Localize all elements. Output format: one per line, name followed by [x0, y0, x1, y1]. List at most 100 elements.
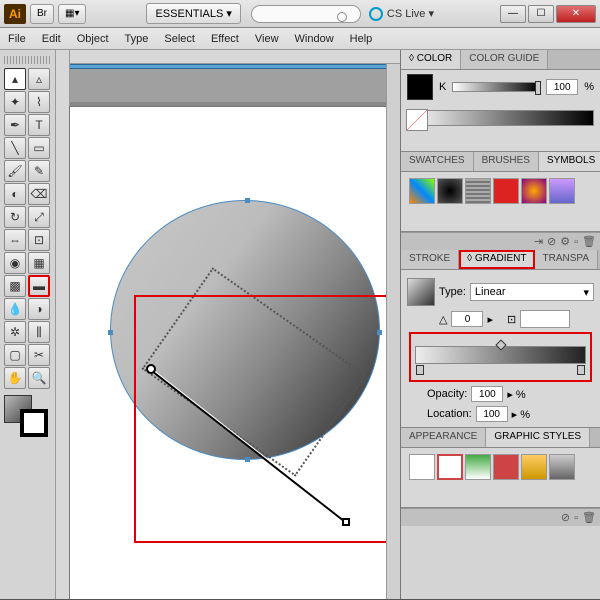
fill-stroke-control[interactable]: [4, 395, 51, 435]
color-spectrum[interactable]: [407, 110, 594, 126]
style-break-icon[interactable]: ⊘: [561, 511, 570, 524]
magic-wand-tool[interactable]: ✦: [4, 91, 26, 113]
style-5[interactable]: [521, 454, 547, 480]
mesh-tool[interactable]: ▩: [4, 275, 26, 297]
bridge-button[interactable]: Br: [30, 4, 54, 24]
menu-view[interactable]: View: [255, 33, 279, 45]
style-2[interactable]: [437, 454, 463, 480]
paintbrush-tool[interactable]: 🖌: [4, 160, 26, 182]
shape-builder-tool[interactable]: ◉: [4, 252, 26, 274]
app-logo: Ai: [4, 4, 26, 24]
symbol-sprayer-tool[interactable]: ✲: [4, 321, 26, 343]
symbol-new-icon[interactable]: ▫: [574, 236, 578, 248]
menu-help[interactable]: Help: [350, 33, 373, 45]
close-button[interactable]: ✕: [556, 5, 596, 23]
arrange-docs-button[interactable]: ▦▾: [58, 4, 86, 24]
tab-gradient[interactable]: ◊ GRADIENT: [459, 250, 534, 269]
menu-select[interactable]: Select: [164, 33, 195, 45]
doc-tab-bar[interactable]: [70, 64, 400, 69]
symbol-break-icon[interactable]: ⊘: [547, 235, 556, 248]
line-tool[interactable]: ╲: [4, 137, 26, 159]
stroke-swatch[interactable]: [20, 409, 48, 437]
gradient-stop-left[interactable]: [416, 365, 424, 375]
cs-live-button[interactable]: CS Live ▾: [369, 7, 434, 21]
style-delete-icon[interactable]: 🗑: [582, 511, 596, 524]
menu-object[interactable]: Object: [77, 33, 109, 45]
gradient-ramp[interactable]: [415, 346, 586, 364]
midpoint-diamond[interactable]: [495, 339, 506, 350]
pencil-tool[interactable]: ✎: [28, 160, 50, 182]
tab-stroke[interactable]: STROKE: [401, 250, 459, 269]
hand-tool[interactable]: ✋: [4, 367, 26, 389]
symbol-options-icon[interactable]: ⚙: [560, 235, 570, 248]
menu-edit[interactable]: Edit: [42, 33, 61, 45]
tab-appearance[interactable]: APPEARANCE: [401, 428, 486, 447]
tab-graphic-styles[interactable]: GRAPHIC STYLES: [486, 428, 590, 447]
slice-tool[interactable]: ✂: [28, 344, 50, 366]
canvas[interactable]: [56, 50, 400, 599]
type-tool[interactable]: T: [28, 114, 50, 136]
workspace-switcher[interactable]: ESSENTIALS ▾: [146, 3, 240, 24]
blend-tool[interactable]: ◑: [28, 298, 50, 320]
minimize-button[interactable]: —: [500, 5, 526, 23]
zoom-tool[interactable]: 🔍: [28, 367, 50, 389]
anchor-top[interactable]: [245, 198, 250, 203]
menu-file[interactable]: File: [8, 33, 26, 45]
tab-swatches[interactable]: SWATCHES: [401, 152, 474, 171]
style-new-icon[interactable]: ▫: [574, 512, 578, 524]
rotate-tool[interactable]: ↻: [4, 206, 26, 228]
anchor-left[interactable]: [108, 330, 113, 335]
eyedropper-tool[interactable]: 💧: [4, 298, 26, 320]
symbol-cube[interactable]: [409, 178, 435, 204]
opacity-unit: ▸ %: [507, 388, 525, 401]
tab-color[interactable]: ◊ COLOR: [401, 50, 461, 69]
menu-effect[interactable]: Effect: [211, 33, 239, 45]
gradient-tool[interactable]: ▬: [28, 275, 50, 297]
opacity-input[interactable]: [471, 386, 503, 402]
scrollbar-vertical[interactable]: [386, 64, 400, 599]
perspective-tool[interactable]: ▦: [28, 252, 50, 274]
blob-brush-tool[interactable]: ◐: [4, 183, 26, 205]
symbol-ink[interactable]: [437, 178, 463, 204]
style-3[interactable]: [465, 454, 491, 480]
lasso-tool[interactable]: ⌇: [28, 91, 50, 113]
selection-tool[interactable]: ▴: [4, 68, 26, 90]
symbol-cloud[interactable]: [549, 178, 575, 204]
panel-grip[interactable]: [4, 56, 51, 64]
tab-transparency[interactable]: TRANSPA: [535, 250, 599, 269]
gradient-preview[interactable]: [407, 278, 435, 306]
location-input[interactable]: [476, 406, 508, 422]
menu-window[interactable]: Window: [295, 33, 334, 45]
k-slider[interactable]: [452, 82, 540, 92]
graph-tool[interactable]: ⫼: [28, 321, 50, 343]
gradient-angle-input[interactable]: [451, 311, 483, 327]
aspect-dropdown[interactable]: [520, 310, 570, 328]
tab-symbols[interactable]: SYMBOLS: [539, 152, 600, 171]
symbol-orb[interactable]: [521, 178, 547, 204]
window-controls: — ☐ ✕: [500, 5, 596, 23]
scale-tool[interactable]: ⤢: [28, 206, 50, 228]
symbol-ribbon[interactable]: [493, 178, 519, 204]
gradient-stop-right[interactable]: [577, 365, 585, 375]
symbol-place-icon[interactable]: ⇥: [534, 235, 543, 248]
eraser-tool[interactable]: ⌫: [28, 183, 50, 205]
style-6[interactable]: [549, 454, 575, 480]
tab-color-guide[interactable]: COLOR GUIDE: [461, 50, 548, 69]
style-4[interactable]: [493, 454, 519, 480]
tab-brushes[interactable]: BRUSHES: [474, 152, 539, 171]
menu-type[interactable]: Type: [125, 33, 149, 45]
direct-selection-tool[interactable]: ▵: [28, 68, 50, 90]
style-default[interactable]: [409, 454, 435, 480]
gradient-type-dropdown[interactable]: Linear▾: [470, 283, 594, 301]
symbol-delete-icon[interactable]: 🗑: [582, 235, 596, 248]
free-transform-tool[interactable]: ⊡: [28, 229, 50, 251]
width-tool[interactable]: ⇔: [4, 229, 26, 251]
rectangle-tool[interactable]: ▭: [28, 137, 50, 159]
artboard-tool[interactable]: ▢: [4, 344, 26, 366]
pen-tool[interactable]: ✒: [4, 114, 26, 136]
k-value-input[interactable]: [546, 79, 578, 95]
maximize-button[interactable]: ☐: [528, 5, 554, 23]
angle-icon: △: [439, 313, 447, 326]
symbol-grass[interactable]: [465, 178, 491, 204]
color-fill-swatch[interactable]: [407, 74, 433, 100]
